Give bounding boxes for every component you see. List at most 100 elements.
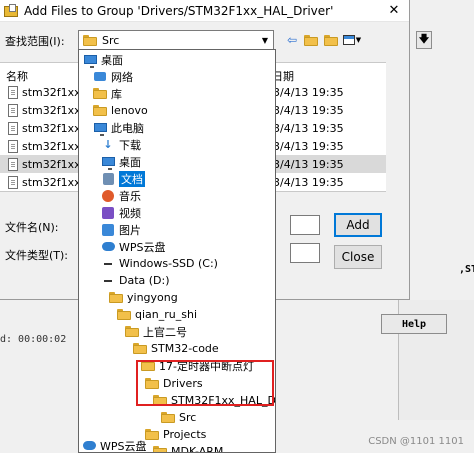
background-side-mark: ,ST (459, 264, 474, 275)
network-icon (93, 70, 107, 83)
build-status-text: d: 00:00:02 (0, 334, 67, 345)
add-button[interactable]: Add (334, 213, 382, 237)
dialog-titlebar: Add Files to Group 'Drivers/STM32F1xx_HA… (0, 0, 409, 22)
tree-item-drive-d[interactable]: Data (D:) (101, 272, 170, 289)
file-name: stm32f1xx_hal (22, 175, 82, 189)
back-arrow-icon[interactable]: ⇦ (284, 31, 300, 49)
highlight-box (136, 360, 274, 406)
file-date: 3/4/13 19:35 (273, 139, 344, 153)
tree-item-downloads[interactable]: ↓ 下载 (101, 136, 141, 153)
desktop-icon (83, 53, 97, 68)
c-file-icon (8, 121, 18, 135)
close-icon[interactable]: ✕ (379, 0, 409, 22)
file-date: 3/4/13 19:35 (273, 157, 344, 171)
file-date: 3/4/13 19:35 (273, 103, 344, 117)
tree-item-qian-ru-shi[interactable]: qian_ru_shi (117, 306, 197, 323)
dialog-title: Add Files to Group 'Drivers/STM32F1xx_HA… (24, 3, 334, 18)
tree-item-libraries[interactable]: 库 (93, 85, 122, 102)
file-name: stm32f1xx_hal (22, 139, 82, 153)
tree-item-label: yingyong (127, 291, 178, 304)
look-in-combobox[interactable]: Src ▼ (78, 30, 274, 50)
drive-icon (101, 257, 115, 270)
tree-item-desktop-pc[interactable]: 桌面 (101, 153, 141, 170)
tree-item-documents[interactable]: 文档 (101, 170, 145, 187)
tree-item-label: 文档 (119, 170, 145, 187)
tree-item-label: 网络 (111, 70, 133, 84)
tree-item-desktop[interactable]: 桌面 (83, 51, 123, 68)
c-file-icon (8, 85, 18, 99)
tree-item-label: qian_ru_shi (135, 308, 198, 321)
folder-icon (161, 411, 175, 424)
tree-item-label: 此电脑 (111, 121, 144, 135)
tree-item-label: WPS云盘 (100, 439, 147, 453)
pictures-icon (101, 223, 115, 236)
folder-icon (153, 445, 167, 452)
tree-item-label: Windows-SSD (C:) (119, 257, 218, 270)
tree-item-src[interactable]: Src (161, 409, 196, 426)
tree-item-label: Projects (163, 428, 207, 441)
folder-icon (109, 291, 123, 304)
file-name: stm32f1xx_hal (22, 121, 82, 135)
download-icon: ↓ (103, 138, 113, 151)
tree-item-network[interactable]: 网络 (93, 68, 133, 85)
computer-icon (93, 121, 107, 136)
c-file-icon (8, 139, 18, 153)
tree-item-yingyong[interactable]: yingyong (109, 289, 178, 306)
folder-icon (125, 325, 139, 338)
c-file-icon (8, 103, 18, 117)
tree-item-label: lenovo (111, 104, 148, 117)
tree-item-pictures[interactable]: 图片 (101, 221, 141, 238)
look-in-value: Src (79, 34, 257, 47)
tree-item-label: STM32-code (151, 342, 219, 355)
video-icon (101, 206, 115, 219)
folder-icon (83, 34, 97, 46)
up-folder-icon[interactable] (302, 31, 320, 49)
column-header-name[interactable]: 名称 (6, 68, 28, 84)
close-button[interactable]: Close (334, 245, 382, 269)
c-file-icon (8, 157, 18, 171)
look-in-row: 查找范围(I): Src ▼ ⇦ ▼ (0, 30, 410, 50)
tree-item-stm32-code[interactable]: STM32-code (133, 340, 219, 357)
new-folder-icon[interactable] (322, 31, 340, 49)
tree-item-drive-c[interactable]: Windows-SSD (C:) (101, 255, 218, 272)
tree-item-projects[interactable]: Projects (145, 426, 206, 443)
c-file-icon (8, 175, 18, 189)
folder-icon (145, 428, 159, 441)
filename-label: 文件名(N): (5, 221, 59, 234)
tree-item-mdk-arm[interactable]: MDK-ARM (153, 443, 224, 453)
file-name: stm32f1xx_hal (22, 85, 82, 99)
tree-item-label: 下载 (119, 138, 141, 152)
chevron-down-icon[interactable]: ▼ (257, 31, 273, 49)
watermark: CSDN @1101 1101 (368, 436, 464, 447)
tree-item-this-pc[interactable]: 此电脑 (93, 119, 144, 136)
cloud-icon (101, 240, 115, 253)
filetype-select[interactable] (290, 243, 320, 263)
file-name: stm32f1xx_hal (22, 103, 82, 117)
tree-item-lenovo[interactable]: lenovo (93, 102, 148, 119)
user-folder-icon (93, 104, 107, 117)
folder-icon (133, 342, 147, 355)
help-button[interactable]: Help (381, 314, 447, 334)
filename-input[interactable] (290, 215, 320, 235)
tree-item-wps-cloud[interactable]: WPS云盘 (101, 238, 166, 255)
folder-icon (117, 308, 131, 321)
folder-app-icon (4, 3, 18, 18)
scroll-down-arrow-icon[interactable]: 🡇 (416, 31, 432, 49)
music-icon (101, 189, 115, 202)
tree-item-label: 桌面 (119, 155, 141, 169)
look-in-label: 查找范围(I): (5, 35, 65, 48)
cloud-icon (82, 439, 96, 452)
file-name: stm32f1xx_hal (22, 157, 82, 171)
tree-item-wps-cloud-root[interactable]: WPS云盘 (82, 437, 147, 453)
tree-item-videos[interactable]: 视频 (101, 204, 141, 221)
tree-item-label: MDK-ARM (171, 445, 224, 453)
file-date: 3/4/13 19:35 (273, 175, 344, 189)
tree-item-label: 图片 (119, 223, 141, 237)
tree-item-shangguan[interactable]: 上官二号 (125, 323, 187, 340)
folder-icon (93, 87, 107, 100)
desktop-icon (101, 155, 115, 170)
view-menu-icon[interactable]: ▼ (341, 31, 363, 49)
tree-item-music[interactable]: 音乐 (101, 187, 141, 204)
tree-item-label: Data (D:) (119, 274, 170, 287)
file-date: 3/4/13 19:35 (273, 121, 344, 135)
